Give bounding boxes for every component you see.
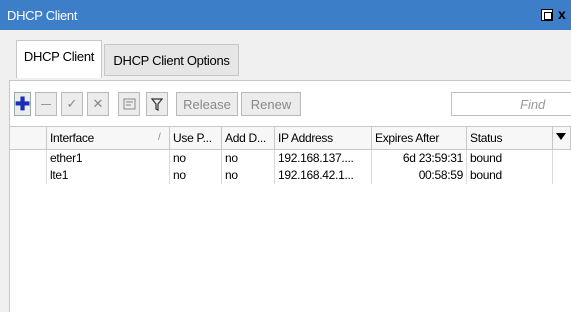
tab-dhcp-client[interactable]: DHCP Client <box>16 40 102 78</box>
tab-bar: DHCP Client DHCP Client Options <box>0 30 571 80</box>
header-add-default[interactable]: Add D... <box>222 127 275 149</box>
toolbar: ✚ ✓ ✕ Release Renew <box>10 80 571 127</box>
release-button[interactable]: Release <box>176 92 238 116</box>
filter-button[interactable] <box>146 92 168 116</box>
remove-button[interactable] <box>35 92 57 116</box>
close-icon[interactable]: x <box>558 6 566 22</box>
cross-icon: ✕ <box>92 96 104 111</box>
sort-indicator: / <box>158 132 161 143</box>
row-expires-after: 00:58:59 <box>372 167 467 184</box>
tab-dhcp-client-options[interactable]: DHCP Client Options <box>104 44 239 76</box>
row-ip-address: 192.168.42.1... <box>275 167 372 184</box>
row-flag <box>10 167 47 184</box>
header-interface[interactable]: Interface / <box>47 127 170 149</box>
row-ip-address: 192.168.137.... <box>275 150 372 167</box>
column-menu-button[interactable] <box>553 127 571 149</box>
row-status: bound <box>467 150 553 167</box>
header-interface-label: Interface <box>50 131 94 145</box>
row-spacer <box>553 150 571 167</box>
enable-button[interactable]: ✓ <box>61 92 83 116</box>
filter-icon <box>151 97 163 111</box>
row-expires-after: 6d 23:59:31 <box>372 150 467 167</box>
plus-icon: ✚ <box>14 93 31 114</box>
row-status: bound <box>467 167 553 184</box>
row-add-default: no <box>222 167 275 184</box>
table-row[interactable]: ether1 no no 192.168.137.... 6d 23:59:31… <box>10 150 571 167</box>
row-add-default: no <box>222 150 275 167</box>
table-header: Interface / Use P... Add D... IP Address… <box>10 127 571 150</box>
add-button[interactable]: ✚ <box>14 92 31 116</box>
disable-button[interactable]: ✕ <box>87 92 109 116</box>
row-use-peer: no <box>170 150 222 167</box>
check-icon: ✓ <box>66 96 78 111</box>
comment-icon <box>123 98 135 110</box>
dhcp-client-table: Interface / Use P... Add D... IP Address… <box>10 126 571 313</box>
restore-icon[interactable] <box>541 9 553 21</box>
comment-button[interactable] <box>118 92 140 116</box>
header-flag[interactable] <box>10 127 47 149</box>
header-expires-after[interactable]: Expires After <box>372 127 467 149</box>
column-menu-icon <box>556 133 566 140</box>
find-field[interactable] <box>451 92 571 116</box>
row-interface: ether1 <box>47 150 170 167</box>
window-titlebar[interactable]: DHCP Client x <box>0 0 571 30</box>
window-title: DHCP Client <box>7 8 78 23</box>
header-status[interactable]: Status <box>467 127 553 149</box>
dhcp-client-window: DHCP Client x DHCP Client DHCP Client Op… <box>0 0 571 313</box>
find-input[interactable] <box>452 93 571 115</box>
header-use-peer[interactable]: Use P... <box>170 127 222 149</box>
renew-button[interactable]: Renew <box>241 92 301 116</box>
row-use-peer: no <box>170 167 222 184</box>
table-row[interactable]: lte1 no no 192.168.42.1... 00:58:59 boun… <box>10 167 571 184</box>
row-spacer <box>553 167 571 184</box>
row-interface: lte1 <box>47 167 170 184</box>
header-ip-address[interactable]: IP Address <box>275 127 372 149</box>
row-flag <box>10 150 47 167</box>
